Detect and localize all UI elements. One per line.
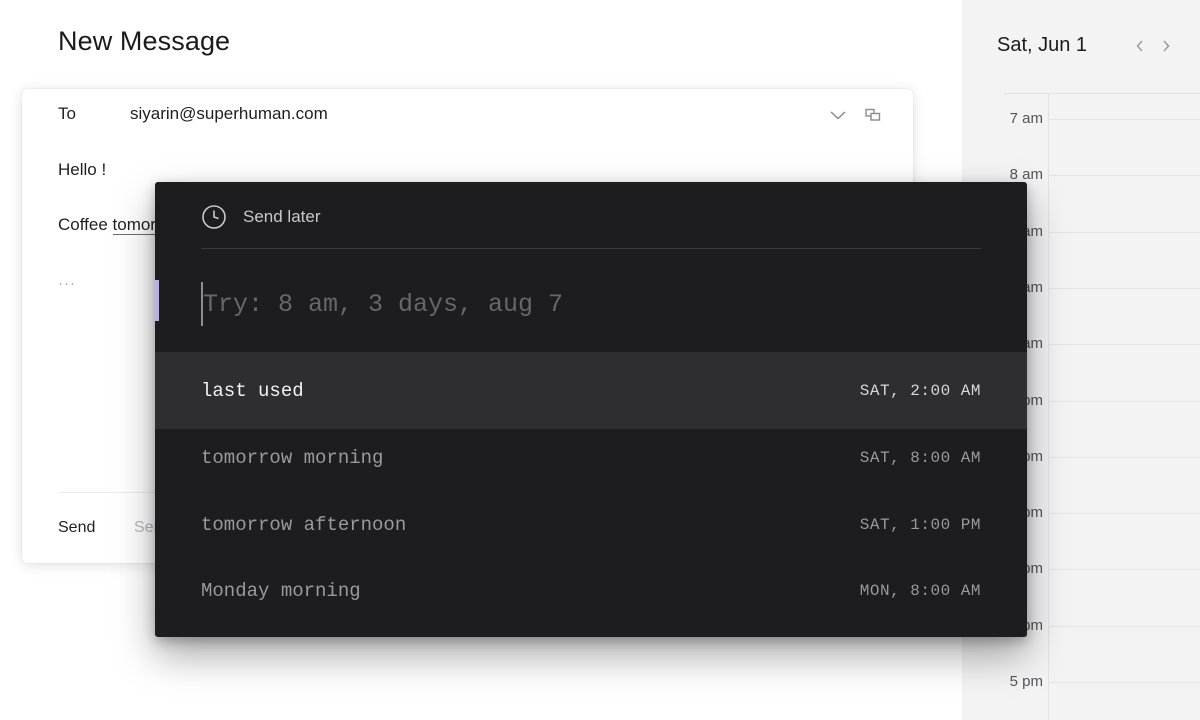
- option-label: last used: [201, 379, 304, 402]
- hour-gridline: [1048, 344, 1200, 345]
- option-label: Monday morning: [201, 580, 361, 602]
- calendar-hour-row[interactable]: 5 pm: [962, 673, 1200, 690]
- option-time: SAT, 8:00 AM: [859, 449, 981, 467]
- page-title: New Message: [58, 26, 231, 56]
- option-time: SAT, 2:00 AM: [859, 381, 981, 400]
- option-tomorrow-morning[interactable]: tomorrow morning SAT, 8:00 AM: [155, 425, 1027, 491]
- option-time: MON, 8:00 AM: [859, 582, 981, 600]
- chevron-down-icon[interactable]: [828, 105, 848, 125]
- hour-gridline: [1048, 682, 1200, 683]
- hour-gridline: [1048, 175, 1200, 176]
- popout-icon[interactable]: [863, 105, 883, 125]
- option-monday-morning[interactable]: Monday morning MON, 8:00 AM: [155, 558, 1027, 624]
- popup-header: Send later: [201, 204, 321, 230]
- option-last-used[interactable]: last used SAT, 2:00 AM: [155, 352, 1027, 429]
- send-later-time-input[interactable]: [201, 282, 981, 326]
- to-recipient-field[interactable]: siyarin@superhuman.com: [130, 104, 328, 124]
- calendar-hour-row[interactable]: 7 am: [962, 110, 1200, 127]
- option-tomorrow-afternoon[interactable]: tomorrow afternoon SAT, 1:00 PM: [155, 492, 1027, 558]
- calendar-hour-row[interactable]: 8 am: [962, 166, 1200, 183]
- send-button[interactable]: Send: [58, 519, 95, 537]
- option-time: SAT, 1:00 PM: [859, 516, 981, 534]
- hour-label: 5 pm: [1009, 673, 1043, 690]
- hour-gridline: [1048, 401, 1200, 402]
- hour-gridline: [1048, 626, 1200, 627]
- chevron-left-icon[interactable]: [1130, 34, 1150, 58]
- option-label: tomorrow morning: [201, 447, 384, 469]
- input-focus-accent: [155, 280, 159, 321]
- send-later-popup: Send later last used SAT, 2:00 AM tomorr…: [155, 182, 1027, 637]
- chevron-right-icon[interactable]: [1156, 34, 1176, 58]
- to-label: To: [58, 104, 76, 123]
- hour-gridline: [1048, 457, 1200, 458]
- calendar-header-divider: [1004, 93, 1200, 94]
- popup-divider: [201, 248, 981, 249]
- hour-label: 7 am: [1009, 110, 1043, 127]
- hour-gridline: [1048, 232, 1200, 233]
- hour-gridline: [1048, 513, 1200, 514]
- hour-gridline: [1048, 569, 1200, 570]
- clock-icon: [201, 204, 227, 230]
- popup-title: Send later: [243, 207, 321, 226]
- calendar-date: Sat, Jun 1: [997, 34, 1088, 56]
- hour-gridline: [1048, 288, 1200, 289]
- body-text: Coffee: [58, 215, 113, 234]
- hour-gridline: [1048, 119, 1200, 120]
- message-greeting[interactable]: Hello !: [58, 160, 106, 180]
- option-label: tomorrow afternoon: [201, 514, 407, 536]
- quoted-text-toggle[interactable]: ···: [58, 275, 76, 292]
- hour-label: 8 am: [1009, 166, 1043, 183]
